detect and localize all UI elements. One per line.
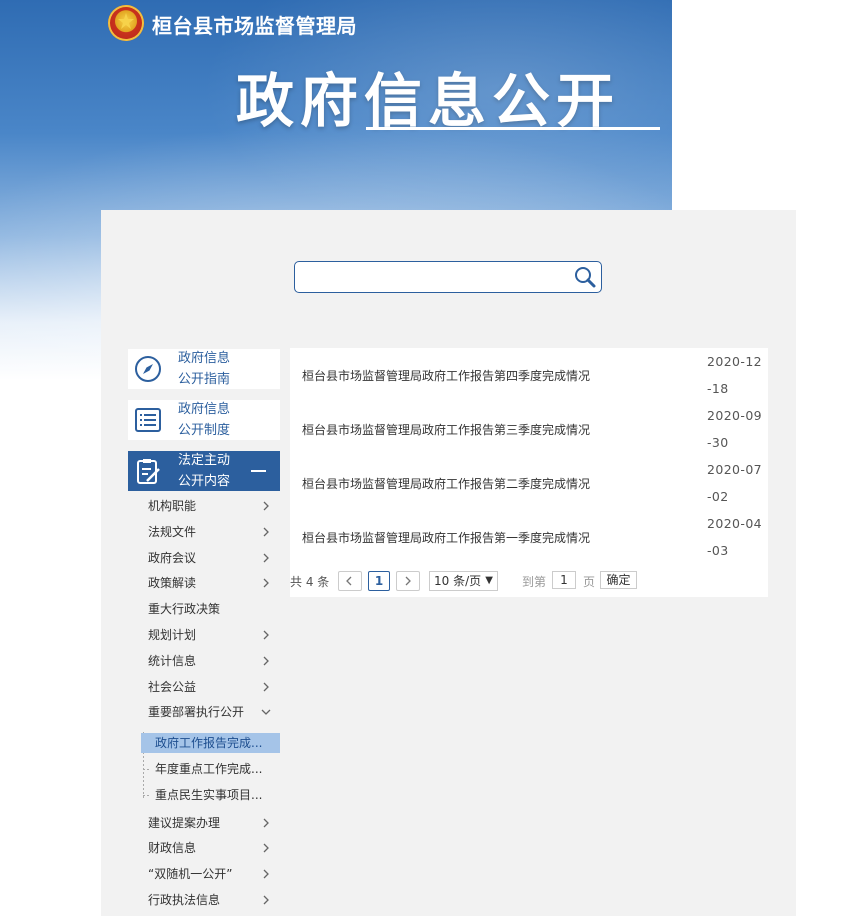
list-item-date: 2020-07-02 <box>707 462 763 504</box>
sidebar-item[interactable]: 统计信息 <box>148 652 276 670</box>
list-item: 桓台县市场监督管理局政府工作报告第一季度完成情况 2020-04-03 <box>290 510 768 564</box>
chevron-right-icon <box>263 578 269 588</box>
chevron-right-icon <box>263 843 269 853</box>
list-item: 桓台县市场监督管理局政府工作报告第三季度完成情况 2020-09-30 <box>290 402 768 456</box>
compass-icon <box>128 349 168 389</box>
sidebar-card-label: 法定主动 公开内容 <box>178 453 231 489</box>
sidebar-item[interactable]: 行政执法信息 <box>148 891 276 909</box>
clipboard-edit-icon <box>128 451 168 491</box>
chevron-right-icon <box>405 576 411 586</box>
sidebar-item[interactable]: 政策解读 <box>148 574 276 592</box>
sidebar-subitem[interactable]: 年度重点工作完成... <box>141 759 280 779</box>
chevron-right-icon <box>263 656 269 666</box>
search-input[interactable] <box>294 261 602 293</box>
page-size-select[interactable]: 10 条/页 ▼ <box>429 571 498 591</box>
chevron-right-icon <box>263 869 269 879</box>
collapse-icon[interactable] <box>251 470 266 472</box>
dropdown-arrow-icon: ▼ <box>485 575 493 586</box>
org-name: 桓台县市场监督管理局 <box>152 14 357 38</box>
list-item-title[interactable]: 桓台县市场监督管理局政府工作报告第二季度完成情况 <box>302 475 590 492</box>
sidebar-card-label: 政府信息 公开指南 <box>178 351 231 387</box>
sidebar-card-system[interactable]: 政府信息 公开制度 <box>128 400 280 440</box>
confirm-button[interactable]: 确定 <box>600 571 637 589</box>
sidebar-card-mandatory[interactable]: 法定主动 公开内容 <box>128 451 280 491</box>
sidebar-subitem-selected[interactable]: 政府工作报告完成... <box>141 733 280 753</box>
chevron-right-icon <box>263 501 269 511</box>
list-item: 桓台县市场监督管理局政府工作报告第二季度完成情况 2020-07-02 <box>290 456 768 510</box>
sidebar-card-label: 政府信息 公开制度 <box>178 402 231 438</box>
list-item-title[interactable]: 桓台县市场监督管理局政府工作报告第一季度完成情况 <box>302 529 590 546</box>
list-item-date: 2020-04-03 <box>707 516 763 558</box>
current-page-button[interactable]: 1 <box>368 571 390 591</box>
list-item-date: 2020-12-18 <box>707 354 763 396</box>
chevron-right-icon <box>263 895 269 905</box>
list-item-title[interactable]: 桓台县市场监督管理局政府工作报告第四季度完成情况 <box>302 367 590 384</box>
national-emblem-icon <box>108 5 144 41</box>
goto-label: 到第 <box>522 575 547 589</box>
sidebar-subitem[interactable]: 重点民生实事项目... <box>141 785 280 805</box>
chevron-down-icon <box>261 709 271 715</box>
list-item: 桓台县市场监督管理局政府工作报告第四季度完成情况 2020-12-18 <box>290 348 768 402</box>
chevron-right-icon <box>263 818 269 828</box>
sidebar-item[interactable]: 法规文件 <box>148 523 276 541</box>
page-title: 政府信息公开 <box>236 67 621 135</box>
chevron-right-icon <box>263 527 269 537</box>
sidebar-item[interactable]: 规划计划 <box>148 626 276 644</box>
chevron-left-icon <box>346 576 352 586</box>
chevron-right-icon <box>263 630 269 640</box>
search-icon <box>575 267 596 288</box>
document-list-icon <box>128 400 168 440</box>
sidebar-item[interactable]: “双随机一公开” <box>148 865 276 883</box>
sidebar-item[interactable]: 重要部署执行公开 <box>148 703 276 721</box>
list-item-title[interactable]: 桓台县市场监督管理局政府工作报告第三季度完成情况 <box>302 421 590 438</box>
sidebar-item[interactable]: 重大行政决策 <box>148 600 276 618</box>
search-button[interactable] <box>571 264 599 290</box>
sidebar-item[interactable]: 社会公益 <box>148 678 276 696</box>
list-item-date: 2020-09-30 <box>707 408 763 450</box>
sidebar-item[interactable]: 政府会议 <box>148 549 276 567</box>
sidebar-card-guide[interactable]: 政府信息 公开指南 <box>128 349 280 389</box>
goto-page-input[interactable]: 1 <box>552 571 576 589</box>
chevron-right-icon <box>263 553 269 563</box>
sidebar-item[interactable]: 建议提案办理 <box>148 814 276 832</box>
sidebar-item[interactable]: 机构职能 <box>148 497 276 515</box>
page-unit-label: 页 <box>583 575 596 589</box>
sidebar-item[interactable]: 财政信息 <box>148 839 276 857</box>
chevron-right-icon <box>263 682 269 692</box>
pagination-total: 共 4 条 <box>290 575 330 589</box>
document-list: 桓台县市场监督管理局政府工作报告第四季度完成情况 2020-12-18 桓台县市… <box>290 348 768 597</box>
title-underline <box>366 127 660 130</box>
next-page-button[interactable] <box>396 571 420 591</box>
prev-page-button[interactable] <box>338 571 362 591</box>
